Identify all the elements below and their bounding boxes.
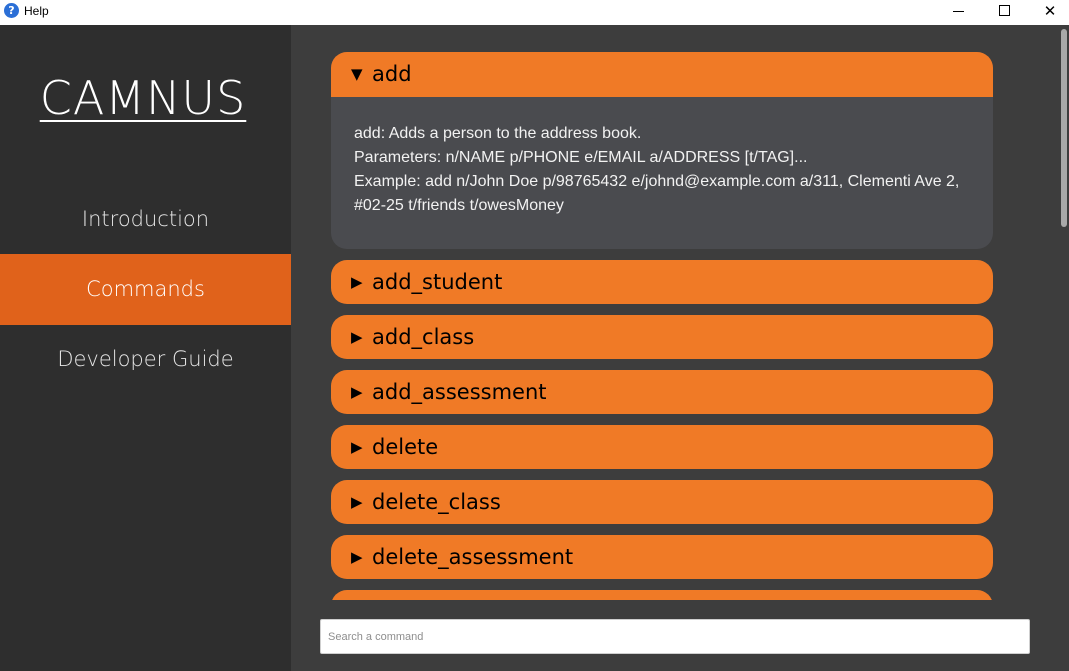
command-header-add[interactable]: ▼ add (331, 52, 993, 97)
command-name: delete_class (372, 490, 501, 514)
command-parameters: Parameters: n/NAME p/PHONE e/EMAIL a/ADD… (354, 149, 808, 166)
command-name: delete (372, 435, 439, 459)
command-header[interactable]: ▶ add_student (331, 260, 993, 304)
maximize-icon (999, 5, 1010, 16)
scrollbar-thumb[interactable] (1061, 29, 1067, 227)
command-description: add: Adds a person to the address book. (354, 125, 642, 142)
window-title: Help (24, 4, 49, 18)
command-card-add-student[interactable]: ▶ add_student (331, 260, 993, 304)
title-bar: ? Help ✕ (0, 0, 1069, 25)
command-name: add_student (372, 270, 503, 294)
command-name: add_assessment (372, 380, 547, 404)
command-search-input[interactable] (320, 619, 1030, 654)
collapsed-arrow-icon: ▶ (351, 548, 363, 566)
minimize-icon (953, 11, 964, 12)
sidebar-item-developer-guide[interactable]: Developer Guide (0, 324, 291, 395)
command-card-add-class[interactable]: ▶ add_class (331, 315, 993, 359)
command-header[interactable]: ▶ delete_assessment (331, 535, 993, 579)
command-details: add: Adds a person to the address book. … (354, 122, 984, 218)
command-card-add: ▼ add add: Adds a person to the address … (331, 52, 993, 249)
command-card-add-assessment[interactable]: ▶ add_assessment (331, 370, 993, 414)
collapsed-arrow-icon: ▶ (351, 438, 363, 456)
sidebar: CAMNUS Introduction Commands Developer G… (0, 25, 291, 671)
close-button[interactable]: ✕ (1027, 0, 1069, 25)
command-header[interactable]: ▶ delete_class (331, 480, 993, 524)
close-icon: ✕ (1043, 2, 1057, 20)
app-logo-text: CAMNUS (39, 71, 247, 125)
maximize-button[interactable] (981, 0, 1027, 25)
help-app-icon: ? (4, 3, 19, 18)
collapsed-arrow-icon: ▶ (351, 383, 363, 401)
collapsed-arrow-icon: ▶ (351, 273, 363, 291)
command-example: Example: add n/John Doe p/98765432 e/joh… (354, 173, 960, 214)
expanded-arrow-icon: ▼ (351, 65, 363, 83)
command-name: add (372, 62, 412, 86)
minimize-button[interactable] (935, 0, 981, 25)
sidebar-item-commands[interactable]: Commands (0, 254, 291, 325)
sidebar-item-introduction[interactable]: Introduction (0, 184, 291, 255)
command-card-delete-assessment[interactable]: ▶ delete_assessment (331, 535, 993, 579)
command-card-partial[interactable] (331, 590, 993, 600)
commands-list: ▼ add add: Adds a person to the address … (331, 25, 993, 600)
command-header[interactable]: ▶ add_class (331, 315, 993, 359)
command-name: delete_assessment (372, 545, 574, 569)
command-header[interactable]: ▶ add_assessment (331, 370, 993, 414)
command-header[interactable]: ▶ delete (331, 425, 993, 469)
command-card-delete[interactable]: ▶ delete (331, 425, 993, 469)
command-card-delete-class[interactable]: ▶ delete_class (331, 480, 993, 524)
commands-panel: ▼ add add: Adds a person to the address … (291, 25, 1069, 671)
command-name: add_class (372, 325, 475, 349)
vertical-scrollbar[interactable] (1060, 25, 1069, 671)
collapsed-arrow-icon: ▶ (351, 493, 363, 511)
app-logo: CAMNUS (0, 71, 286, 125)
collapsed-arrow-icon: ▶ (351, 328, 363, 346)
